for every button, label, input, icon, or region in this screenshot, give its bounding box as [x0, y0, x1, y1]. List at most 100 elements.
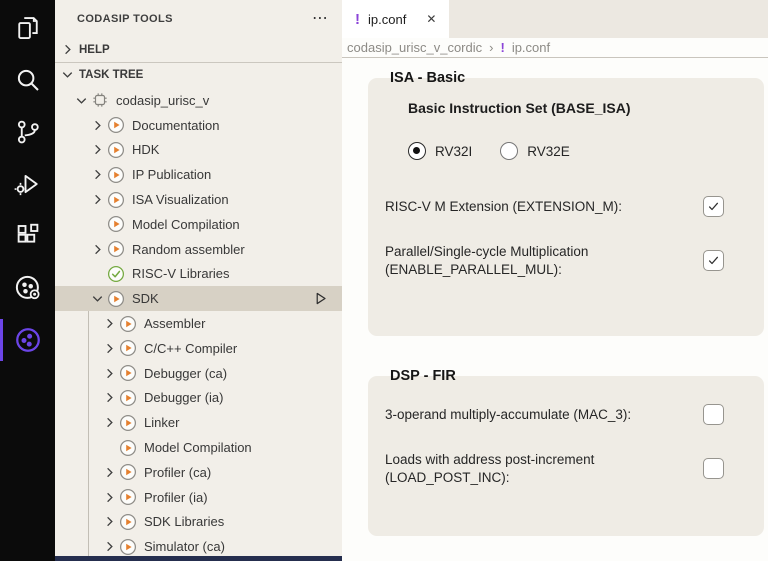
chevron-right-icon[interactable]: [89, 142, 106, 158]
tree-item-label: HDK: [132, 142, 159, 157]
tree-item-label: SDK Libraries: [144, 514, 224, 529]
tree-item-sdk-libraries[interactable]: SDK Libraries: [55, 510, 342, 535]
checkbox-checked[interactable]: [703, 250, 724, 271]
chevron-down-icon[interactable]: [89, 291, 106, 307]
tree-item-label: Model Compilation: [132, 217, 240, 232]
tree-item-label: IP Publication: [132, 167, 211, 182]
tree-item-random-assembler[interactable]: Random assembler: [55, 237, 342, 262]
chevron-right-icon[interactable]: [101, 415, 118, 431]
tree-item-model-compilation[interactable]: Model Compilation: [55, 435, 342, 460]
chip-icon: [91, 91, 109, 109]
play-icon: [107, 240, 125, 258]
play-icon: [107, 166, 125, 184]
config-field-risc-v-m-extension-extension-m: RISC-V M Extension (EXTENSION_M):: [385, 196, 724, 217]
radio-group-base-isa: RV32I RV32E: [408, 142, 724, 160]
tab-bar: ! ip.conf ✕: [342, 0, 768, 38]
tree-item-hdk[interactable]: HDK: [55, 138, 342, 163]
chevron-right-icon[interactable]: [89, 167, 106, 183]
radio-rv32i[interactable]: [408, 142, 426, 160]
chevron-right-icon[interactable]: [89, 117, 106, 133]
chevron-right-icon[interactable]: [101, 390, 118, 406]
play-icon: [119, 389, 137, 407]
check-icon: [107, 265, 125, 283]
play-icon: [119, 414, 137, 432]
close-icon[interactable]: ✕: [426, 12, 436, 26]
search-icon[interactable]: [0, 54, 55, 106]
tree-item-profiler-ca[interactable]: Profiler (ca): [55, 460, 342, 485]
chevron-right-icon[interactable]: [89, 241, 106, 257]
radio-rv32e[interactable]: [500, 142, 518, 160]
chevron-down-icon: [60, 67, 76, 83]
tree-item-assembler[interactable]: Assembler: [55, 311, 342, 336]
codasip-tools-icon[interactable]: [0, 262, 55, 314]
breadcrumb-file[interactable]: ip.conf: [512, 40, 550, 55]
section-help[interactable]: HELP: [55, 38, 342, 62]
play-icon: [119, 315, 137, 333]
breadcrumb-project[interactable]: codasip_urisc_v_cordic: [347, 40, 482, 55]
statusbar-strip: [55, 556, 342, 561]
chevron-down-icon[interactable]: [73, 92, 90, 108]
section-title: DSP - FIR: [390, 368, 456, 384]
app-window: CODASIP TOOLS ⋯ HELP TASK TREE codasip_u…: [0, 0, 768, 561]
section-task-tree[interactable]: TASK TREE: [55, 63, 342, 87]
play-icon: [119, 339, 137, 357]
tree-item-model-compilation[interactable]: Model Compilation: [55, 212, 342, 237]
checkbox-unchecked[interactable]: [703, 404, 724, 425]
config-field-loads-with-address-post-increment-load-post-inc: Loads with address post-increment (LOAD_…: [385, 451, 724, 487]
chevron-right-icon[interactable]: [89, 192, 106, 208]
tree-item-debugger-ia[interactable]: Debugger (ia): [55, 386, 342, 411]
chevron-right-icon[interactable]: [101, 539, 118, 555]
run-task-icon[interactable]: [313, 291, 342, 306]
chevron-right-icon[interactable]: [101, 489, 118, 505]
tree-item-label: C/C++ Compiler: [144, 341, 237, 356]
tree-item-label: RISC-V Libraries: [132, 266, 230, 281]
tree-item-label: Profiler (ia): [144, 490, 208, 505]
radio-label: RV32I: [435, 144, 472, 159]
breadcrumb: codasip_urisc_v_cordic › ! ip.conf: [342, 38, 768, 58]
run-and-debug-icon[interactable]: [0, 158, 55, 210]
tree-item-label: Random assembler: [132, 242, 245, 257]
codasip-tools-active-icon[interactable]: [0, 314, 55, 366]
radio-option-rv32e[interactable]: RV32E: [500, 142, 570, 160]
tree-item-label: Linker: [144, 415, 179, 430]
section-task-tree-label: TASK TREE: [79, 69, 143, 81]
more-actions-icon[interactable]: ⋯: [312, 11, 328, 27]
checkbox-unchecked[interactable]: [703, 458, 724, 479]
play-icon: [119, 488, 137, 506]
source-control-icon[interactable]: [0, 106, 55, 158]
tree-item-sdk[interactable]: SDK: [55, 286, 342, 311]
tree-item-codasip-urisc-v[interactable]: codasip_urisc_v: [55, 88, 342, 113]
tree-item-label: Assembler: [144, 316, 205, 331]
task-tree: codasip_urisc_v Documentation HDK IP Public…: [55, 88, 342, 561]
radio-label: RV32E: [527, 144, 570, 159]
section-title: ISA - Basic: [390, 70, 465, 86]
tree-item-c-c-compiler[interactable]: C/C++ Compiler: [55, 336, 342, 361]
tree-item-risc-v-libraries[interactable]: RISC-V Libraries: [55, 262, 342, 287]
tree-item-profiler-ia[interactable]: Profiler (ia): [55, 485, 342, 510]
chevron-right-icon[interactable]: [101, 365, 118, 381]
tree-item-label: Documentation: [132, 118, 219, 133]
field-label: Loads with address post-increment (LOAD_…: [385, 451, 685, 487]
sidebar: CODASIP TOOLS ⋯ HELP TASK TREE codasip_u…: [55, 0, 342, 561]
extensions-icon[interactable]: [0, 210, 55, 262]
tab-ip-conf[interactable]: ! ip.conf ✕: [342, 0, 449, 38]
chevron-right-icon[interactable]: [101, 340, 118, 356]
tree-item-linker[interactable]: Linker: [55, 410, 342, 435]
section-subtitle: Basic Instruction Set (BASE_ISA): [408, 100, 724, 116]
config-section-isa-basic: ISA - BasicBasic Instruction Set (BASE_I…: [368, 78, 764, 336]
tree-item-isa-visualization[interactable]: ISA Visualization: [55, 187, 342, 212]
chevron-right-icon[interactable]: [101, 316, 118, 332]
play-icon: [119, 439, 137, 457]
radio-option-rv32i[interactable]: RV32I: [408, 142, 472, 160]
field-label: 3-operand multiply-accumulate (MAC_3):: [385, 406, 685, 424]
explorer-icon[interactable]: [0, 2, 55, 54]
tree-item-documentation[interactable]: Documentation: [55, 113, 342, 138]
checkbox-checked[interactable]: [703, 196, 724, 217]
chevron-right-icon[interactable]: [101, 514, 118, 530]
play-icon: [107, 116, 125, 134]
tab-label: ip.conf: [368, 12, 406, 27]
tree-item-debugger-ca[interactable]: Debugger (ca): [55, 361, 342, 386]
chevron-right-icon[interactable]: [101, 464, 118, 480]
tree-item-ip-publication[interactable]: IP Publication: [55, 162, 342, 187]
tree-item-label: codasip_urisc_v: [116, 93, 209, 108]
